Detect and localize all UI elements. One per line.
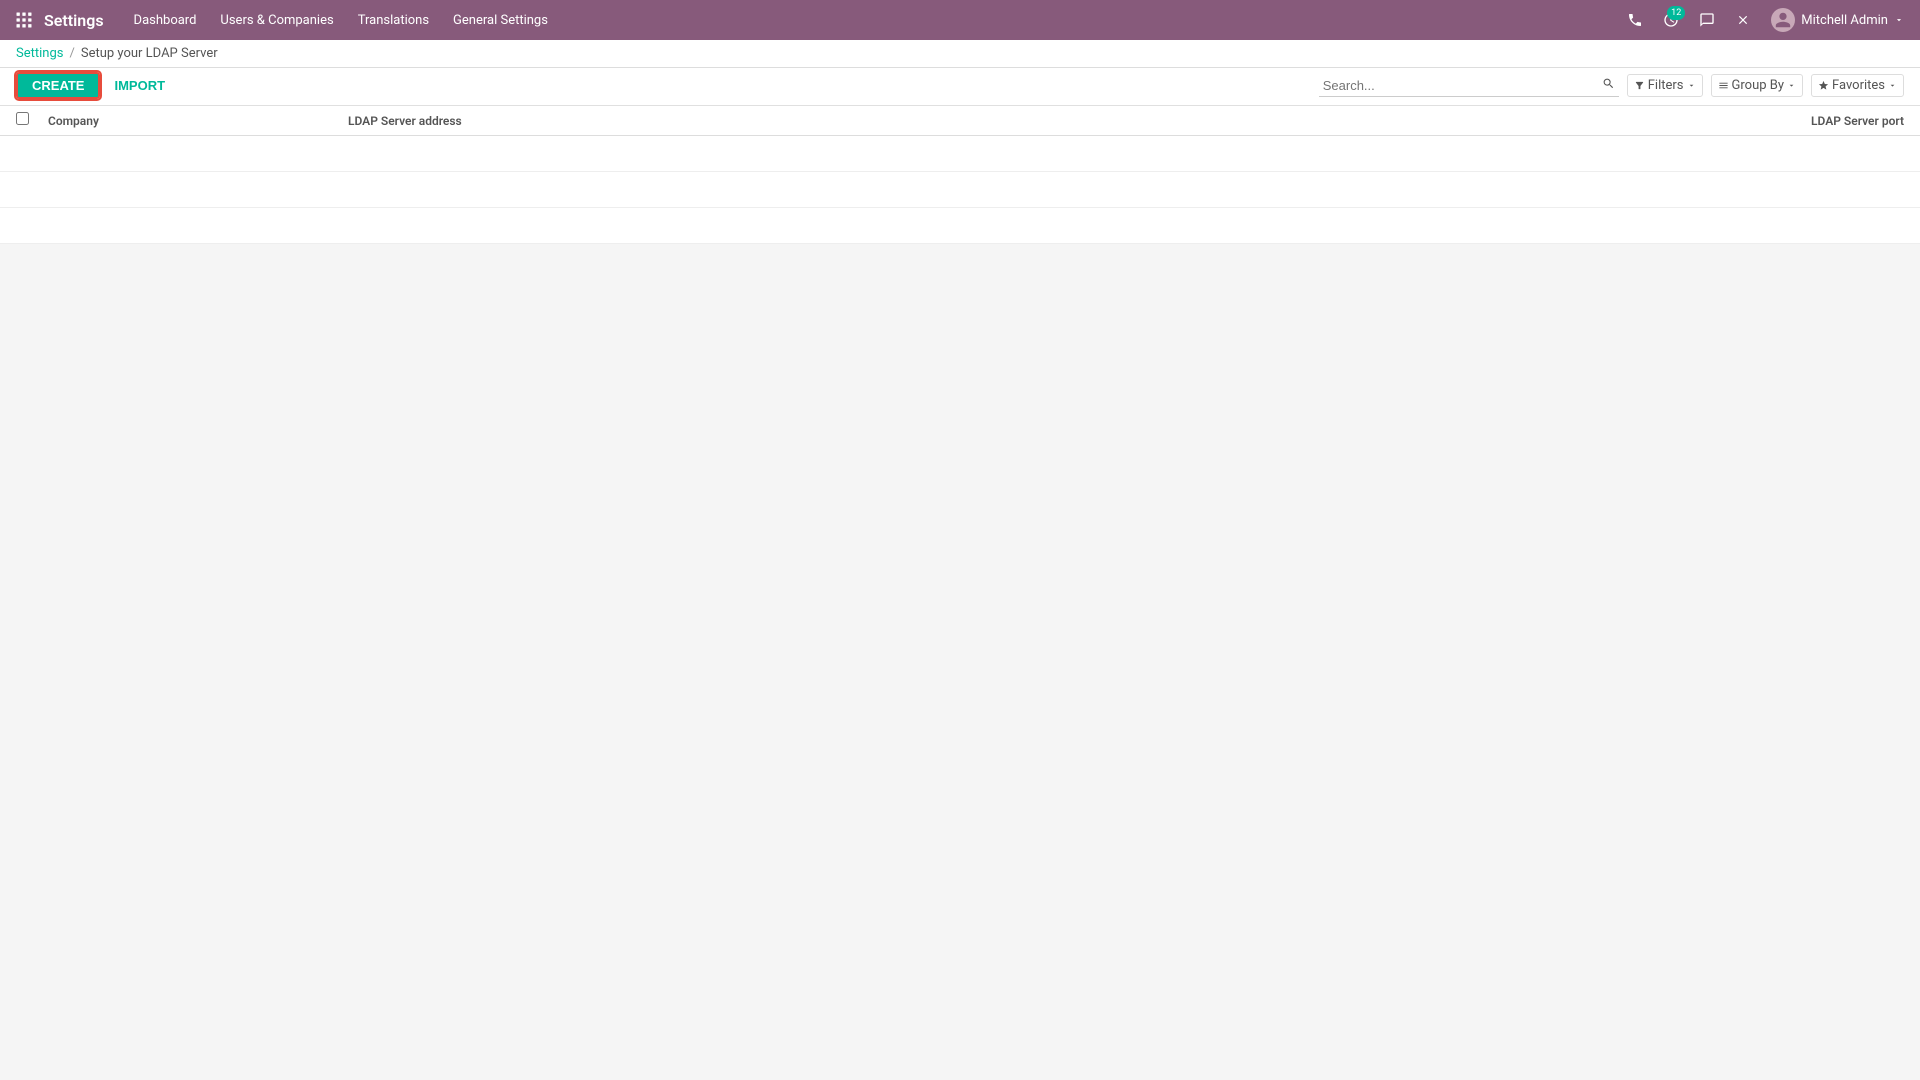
nav-users-companies[interactable]: Users & Companies [210,9,343,32]
group-by-label: Group By [1732,78,1785,93]
breadcrumb-separator: / [69,46,74,61]
subheader: Settings / Setup your LDAP Server [0,40,1920,68]
favorites-button[interactable]: Favorites [1811,74,1904,97]
table-row[interactable] [0,208,1920,244]
group-by-button[interactable]: Group By [1711,74,1804,97]
navbar: Settings Dashboard Users & Companies Tra… [0,0,1920,40]
column-ldap-address[interactable]: LDAP Server address [348,114,1744,128]
search-wrapper [1319,75,1619,97]
clock-icon[interactable]: 12 [1655,4,1687,36]
nav-translations[interactable]: Translations [348,9,439,32]
action-buttons: CREATE IMPORT [16,72,171,99]
create-button[interactable]: CREATE [16,72,100,99]
column-company[interactable]: Company [48,114,348,128]
search-icon [1602,77,1615,94]
filters-button[interactable]: Filters [1627,74,1703,97]
filters-label: Filters [1648,78,1684,93]
user-name: Mitchell Admin [1801,13,1888,28]
breadcrumb-current: Setup your LDAP Server [81,46,218,61]
navbar-right: 12 Mitchell Admin [1619,4,1912,36]
clock-badge: 12 [1667,6,1685,20]
search-input[interactable] [1319,75,1619,97]
import-button[interactable]: IMPORT [108,74,171,97]
favorites-label: Favorites [1832,78,1885,93]
apps-icon[interactable] [8,4,40,36]
nav-dashboard[interactable]: Dashboard [124,9,207,32]
close-icon[interactable] [1727,4,1759,36]
select-all-checkbox[interactable] [16,112,48,129]
table-row[interactable] [0,136,1920,172]
table-header: Company LDAP Server address LDAP Server … [0,106,1920,136]
breadcrumb: Settings / Setup your LDAP Server [16,46,218,61]
breadcrumb-parent[interactable]: Settings [16,46,63,61]
search-controls: Filters Group By Favorites [1319,74,1904,97]
user-menu[interactable]: Mitchell Admin [1763,4,1912,36]
app-title: Settings [44,11,104,30]
nav-general-settings[interactable]: General Settings [443,9,558,32]
table-body [0,136,1920,244]
table-row[interactable] [0,172,1920,208]
column-ldap-port[interactable]: LDAP Server port [1744,114,1904,128]
select-all-check[interactable] [16,112,29,125]
action-bar: CREATE IMPORT Filters Group By Favorites [0,68,1920,106]
avatar [1771,8,1795,32]
phone-icon[interactable] [1619,4,1651,36]
navbar-menu: Dashboard Users & Companies Translations… [124,9,1620,32]
chat-icon[interactable] [1691,4,1723,36]
